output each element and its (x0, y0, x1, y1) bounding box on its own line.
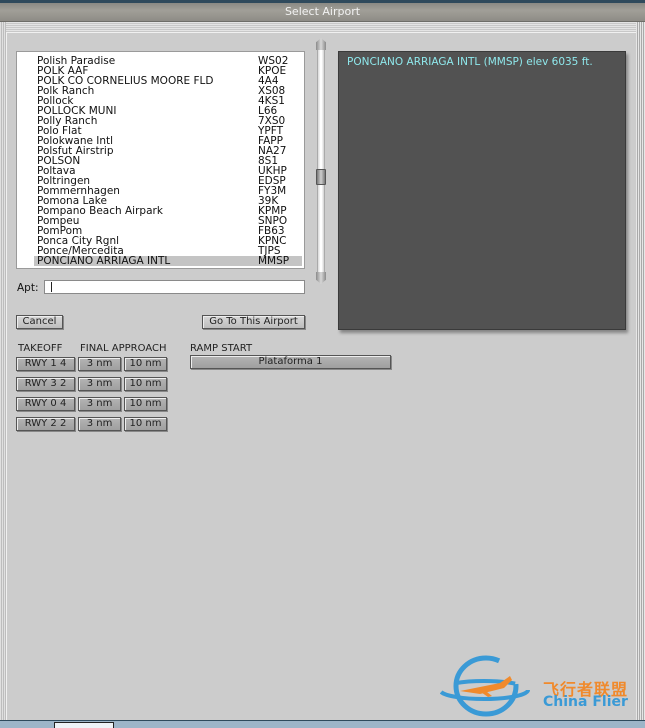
airport-list-scrollbar[interactable] (316, 38, 326, 284)
scrollbar-track[interactable] (317, 50, 325, 272)
final-approach-3nm-button[interactable]: 3 nm (78, 377, 121, 391)
panel-top-edge (0, 22, 645, 32)
final-approach-3nm-button[interactable]: 3 nm (78, 397, 121, 411)
final-approach-10nm-button[interactable]: 10 nm (124, 357, 167, 371)
final-approach-3nm-button[interactable]: 3 nm (78, 357, 121, 371)
takeoff-runway-button[interactable]: RWY 3 2 (16, 377, 75, 391)
final-approach-10nm-button[interactable]: 10 nm (124, 377, 167, 391)
window-title: Select Airport (284, 5, 361, 18)
final-approach-label: FINAL APPROACH (80, 343, 167, 354)
final-approach-10nm-button[interactable]: 10 nm (124, 417, 167, 431)
taskbar-tab[interactable] (54, 722, 114, 728)
ramp-start-label: RAMP START (190, 343, 253, 354)
ramp-start-button[interactable]: Plataforma 1 (190, 355, 391, 369)
china-flier-watermark: 飞行者联盟 China Flier (438, 650, 640, 720)
taskbar (0, 720, 645, 728)
cancel-button[interactable]: Cancel (16, 315, 63, 329)
window-titlebar[interactable]: Select Airport (0, 0, 645, 22)
apt-search-input[interactable] (44, 280, 305, 294)
airport-info-text: PONCIANO ARRIAGA INTL (MMSP) elev 6035 f… (347, 56, 593, 68)
takeoff-label: TAKEOFF (18, 343, 63, 354)
apt-label: Apt: (17, 282, 39, 294)
takeoff-runway-button[interactable]: RWY 1 4 (16, 357, 75, 371)
final-approach-3nm-button[interactable]: 3 nm (78, 417, 121, 431)
scroll-down-arrow-icon[interactable] (316, 272, 326, 284)
watermark-en-text: China Flier (543, 694, 628, 710)
airport-code: MMSP (258, 255, 290, 267)
airport-list[interactable]: Polish Paradise WS02 POLK AAF KPOE POLK CO C… (16, 51, 305, 269)
panel-right-edge (636, 22, 645, 720)
text-caret (51, 282, 52, 292)
takeoff-runway-button[interactable]: RWY 0 4 (16, 397, 75, 411)
final-approach-10nm-button[interactable]: 10 nm (124, 397, 167, 411)
airport-info-panel: PONCIANO ARRIAGA INTL (MMSP) elev 6035 f… (338, 51, 626, 330)
scroll-up-arrow-icon[interactable] (316, 38, 326, 50)
go-to-airport-button[interactable]: Go To This Airport (202, 315, 305, 329)
scrollbar-thumb[interactable] (316, 169, 326, 185)
takeoff-runway-button[interactable]: RWY 2 2 (16, 417, 75, 431)
airport-list-item[interactable]: PONCIANO ARRIAGA INTL MMSP (34, 256, 302, 266)
airport-name: PONCIANO ARRIAGA INTL (37, 255, 171, 267)
